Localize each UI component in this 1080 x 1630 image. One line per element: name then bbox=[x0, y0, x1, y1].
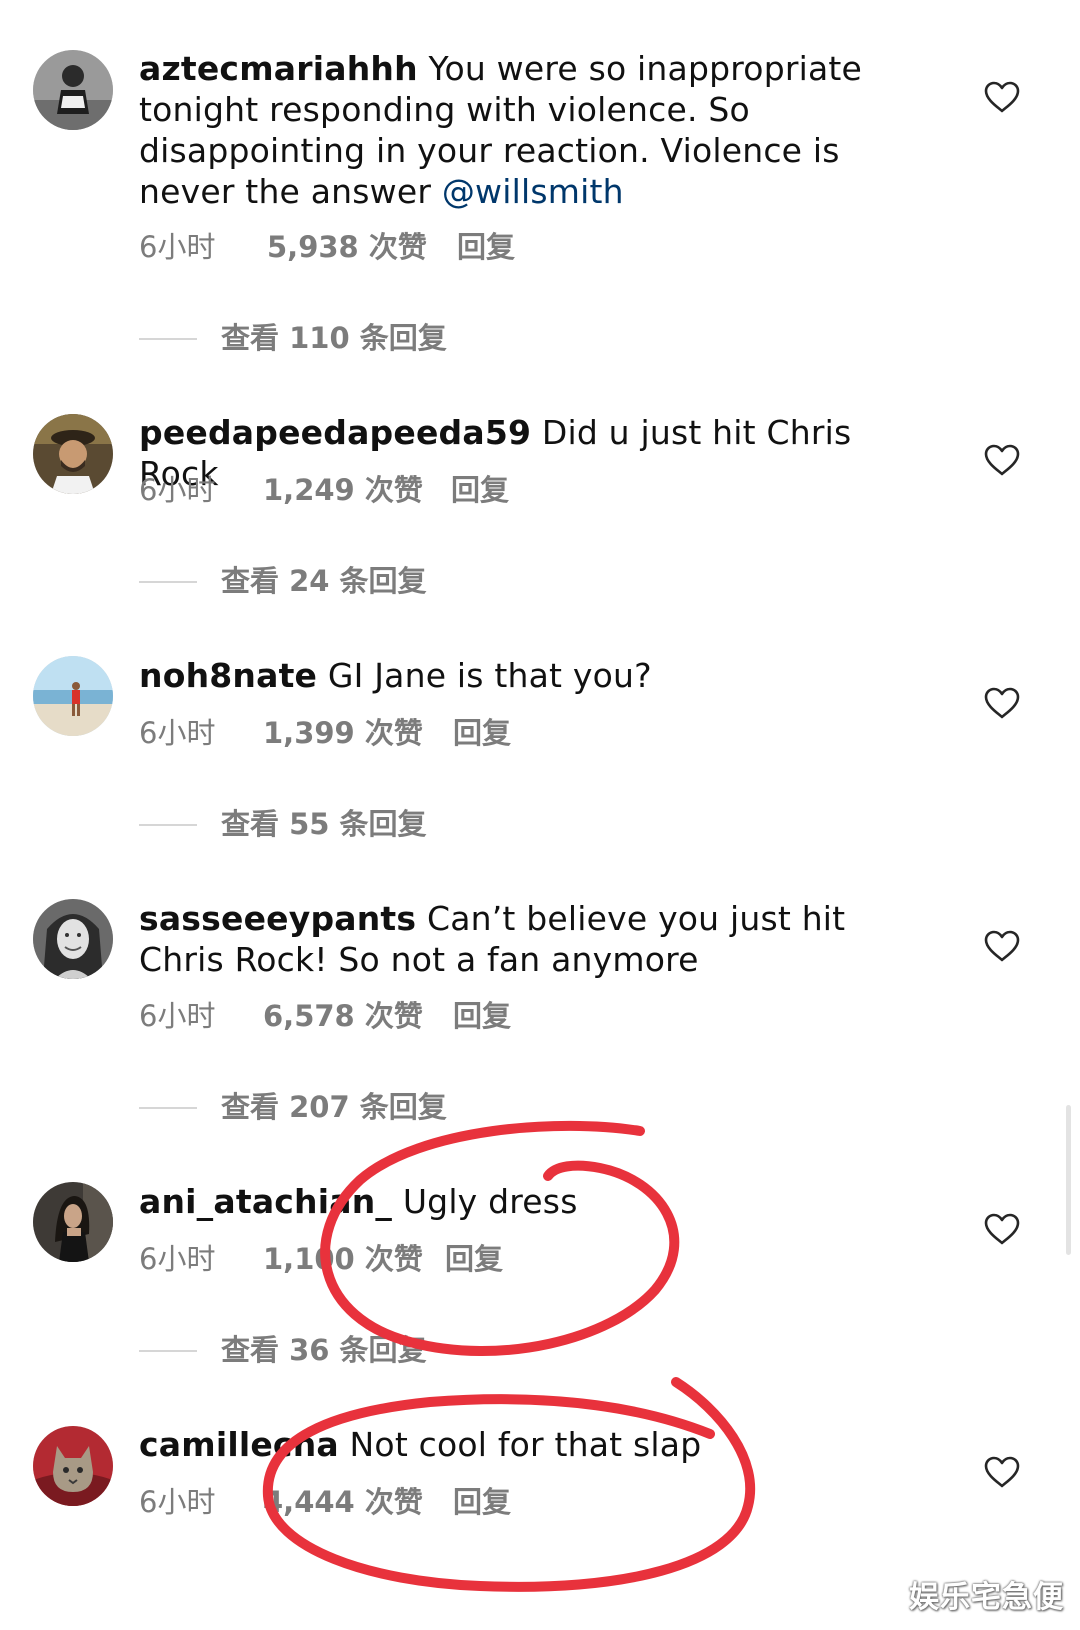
view-replies-label[interactable]: 查看 55 条回复 bbox=[221, 804, 427, 844]
timestamp: 6小时 bbox=[139, 999, 216, 1033]
divider-line bbox=[139, 581, 197, 583]
avatar[interactable] bbox=[33, 1426, 113, 1506]
reply-button[interactable]: 回复 bbox=[457, 227, 515, 267]
like-count[interactable]: 4,444 次赞 bbox=[263, 1482, 423, 1522]
comment-content: noh8nate GI Jane is that you? bbox=[139, 655, 939, 696]
reply-button[interactable]: 回复 bbox=[451, 470, 509, 510]
comment-content: sasseeeypants Can’t believe you just hit… bbox=[139, 898, 939, 980]
reply-button[interactable]: 回复 bbox=[453, 713, 511, 753]
comment-text: camillecna Not cool for that slap bbox=[139, 1424, 939, 1465]
username-link[interactable]: ani_atachian_ bbox=[139, 1182, 392, 1221]
heart-outline-icon[interactable] bbox=[983, 686, 1021, 720]
reply-button[interactable]: 回复 bbox=[453, 1482, 511, 1522]
heart-outline-icon[interactable] bbox=[983, 443, 1021, 477]
avatar[interactable] bbox=[33, 50, 113, 130]
scrollbar[interactable] bbox=[1066, 1105, 1071, 1255]
like-count[interactable]: 6,578 次赞 bbox=[263, 996, 423, 1036]
comment-content: ani_atachian_ Ugly dress bbox=[139, 1181, 939, 1222]
avatar[interactable] bbox=[33, 899, 113, 979]
avatar[interactable] bbox=[33, 1182, 113, 1262]
avatar[interactable] bbox=[33, 656, 113, 736]
comment-text: aztecmariahhh You were so inappropriate … bbox=[139, 48, 939, 212]
reply-button[interactable]: 回复 bbox=[453, 996, 511, 1036]
comment-text: ani_atachian_ Ugly dress bbox=[139, 1181, 939, 1222]
comment-content: aztecmariahhh You were so inappropriate … bbox=[139, 48, 939, 212]
timestamp: 6小时 bbox=[139, 1242, 216, 1276]
view-replies-label[interactable]: 查看 110 条回复 bbox=[221, 318, 447, 358]
username-link[interactable]: sasseeeypants bbox=[139, 899, 416, 938]
comment-content: peedapeedapeeda59 Did u just hit Chris R… bbox=[139, 412, 939, 494]
comment-text: noh8nate GI Jane is that you? bbox=[139, 655, 939, 696]
heart-outline-icon[interactable] bbox=[983, 80, 1021, 114]
username-link[interactable]: camillecna bbox=[139, 1425, 339, 1464]
comment-message: GI Jane is that you? bbox=[317, 656, 652, 695]
timestamp: 6小时 bbox=[139, 230, 216, 264]
mention-link[interactable]: @willsmith bbox=[442, 172, 624, 211]
view-replies-label[interactable]: 查看 24 条回复 bbox=[221, 561, 427, 601]
heart-outline-icon[interactable] bbox=[983, 1212, 1021, 1246]
username-link[interactable]: peedapeedapeeda59 bbox=[139, 413, 531, 452]
timestamp: 6小时 bbox=[139, 716, 216, 750]
comment-text: sasseeeypants Can’t believe you just hit… bbox=[139, 898, 939, 980]
username-link[interactable]: noh8nate bbox=[139, 656, 317, 695]
timestamp: 6小时 bbox=[139, 473, 216, 507]
username-link[interactable]: aztecmariahhh bbox=[139, 49, 418, 88]
like-count[interactable]: 1,100 次赞 bbox=[263, 1239, 423, 1279]
heart-outline-icon[interactable] bbox=[983, 929, 1021, 963]
comment-message: Ugly dress bbox=[392, 1182, 578, 1221]
watermark-text: 娱乐宅急便 bbox=[909, 1580, 1064, 1615]
avatar[interactable] bbox=[33, 414, 113, 494]
view-replies-label[interactable]: 查看 36 条回复 bbox=[221, 1330, 427, 1370]
comment-content: camillecna Not cool for that slap bbox=[139, 1424, 939, 1465]
like-count[interactable]: 1,399 次赞 bbox=[263, 713, 423, 753]
timestamp: 6小时 bbox=[139, 1485, 216, 1519]
reply-button[interactable]: 回复 bbox=[445, 1239, 503, 1279]
heart-outline-icon[interactable] bbox=[983, 1455, 1021, 1489]
divider-line bbox=[139, 338, 197, 340]
like-count[interactable]: 5,938 次赞 bbox=[267, 227, 427, 267]
divider-line bbox=[139, 1107, 197, 1109]
divider-line bbox=[139, 824, 197, 826]
divider-line bbox=[139, 1350, 197, 1352]
comment-list: aztecmariahhh You were so inappropriate … bbox=[0, 0, 1080, 1630]
comment-text: peedapeedapeeda59 Did u just hit Chris R… bbox=[139, 412, 939, 494]
like-count[interactable]: 1,249 次赞 bbox=[263, 470, 423, 510]
view-replies-label[interactable]: 查看 207 条回复 bbox=[221, 1087, 447, 1127]
comment-message: Not cool for that slap bbox=[338, 1425, 702, 1464]
